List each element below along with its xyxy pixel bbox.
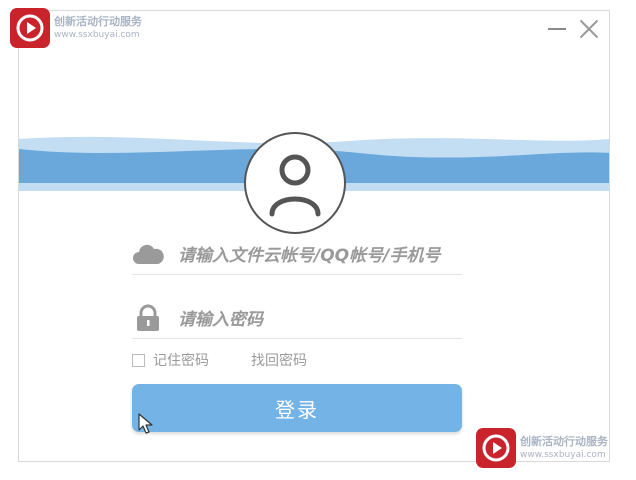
watermark-top-left: 创新活动行动服务 www.ssxbuyai.com <box>10 8 142 48</box>
watermark-bottom-right: 创新活动行动服务 www.ssxbuyai.com <box>476 428 608 468</box>
password-field <box>132 300 462 339</box>
minimize-button[interactable] <box>545 17 569 41</box>
mouse-pointer-icon <box>138 413 153 434</box>
play-icon <box>16 14 44 42</box>
login-options: 记住密码 找回密码 <box>132 350 462 370</box>
password-input[interactable] <box>176 304 460 336</box>
remember-password-label: 记住密码 <box>153 353 209 369</box>
close-button[interactable] <box>577 17 601 41</box>
forgot-password-link[interactable]: 找回密码 <box>251 350 307 370</box>
watermark-url: www.ssxbuyai.com <box>520 450 606 460</box>
watermark-title: 创新活动行动服务 <box>520 435 608 448</box>
watermark-url: www.ssxbuyai.com <box>54 30 140 40</box>
username-input[interactable] <box>176 240 460 272</box>
remember-password-checkbox[interactable] <box>132 353 145 367</box>
user-avatar-icon <box>244 132 346 234</box>
window-controls <box>545 17 601 41</box>
watermark-logo <box>476 428 516 468</box>
watermark-title: 创新活动行动服务 <box>54 15 142 28</box>
username-field <box>132 236 462 275</box>
lock-icon <box>137 304 159 331</box>
watermark-logo <box>10 8 50 48</box>
play-icon <box>482 434 510 462</box>
cloud-icon <box>133 244 164 264</box>
login-button[interactable]: 登录 <box>132 384 462 432</box>
